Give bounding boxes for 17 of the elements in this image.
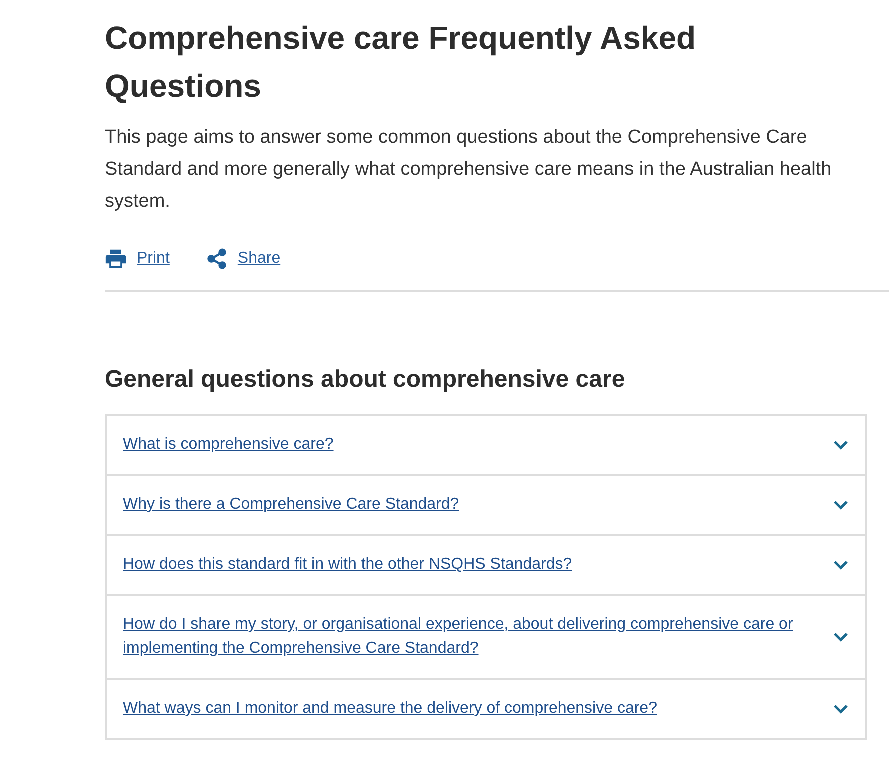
intro-paragraph: This page aims to answer some common questions about the Comprehensive Care Standard and more generally what comprehensive care means in the Australian health system.: [105, 126, 833, 214]
question-link[interactable]: How do I share my story, or organisational experience, about delivering comprehensive care or implementing the Comprehensive Care Standard?: [123, 613, 817, 661]
question-link[interactable]: Why is there a Comprehensive Care Standard?: [123, 493, 460, 517]
page-title: Comprehensive care Frequently Asked Questions: [105, 19, 698, 106]
chevron-icon[interactable]: [833, 703, 849, 715]
chevron-icon[interactable]: [833, 631, 849, 643]
printer-icon: [105, 248, 127, 270]
question-link[interactable]: How does this standard fit in with the other NSQHS Standards?: [123, 553, 572, 577]
chevron-icon[interactable]: [833, 439, 849, 451]
question-link[interactable]: What ways can I monitor and measure the delivery of comprehensive care?: [123, 697, 658, 721]
chevron-icon[interactable]: [833, 499, 849, 511]
print-link[interactable]: Print: [105, 248, 170, 270]
question-link[interactable]: What is comprehensive care?: [123, 433, 334, 457]
share-link[interactable]: Share: [206, 248, 281, 270]
section-heading: General questions about comprehensive care: [105, 366, 626, 394]
share-icon: [206, 248, 228, 270]
chevron-icon[interactable]: [833, 559, 849, 571]
